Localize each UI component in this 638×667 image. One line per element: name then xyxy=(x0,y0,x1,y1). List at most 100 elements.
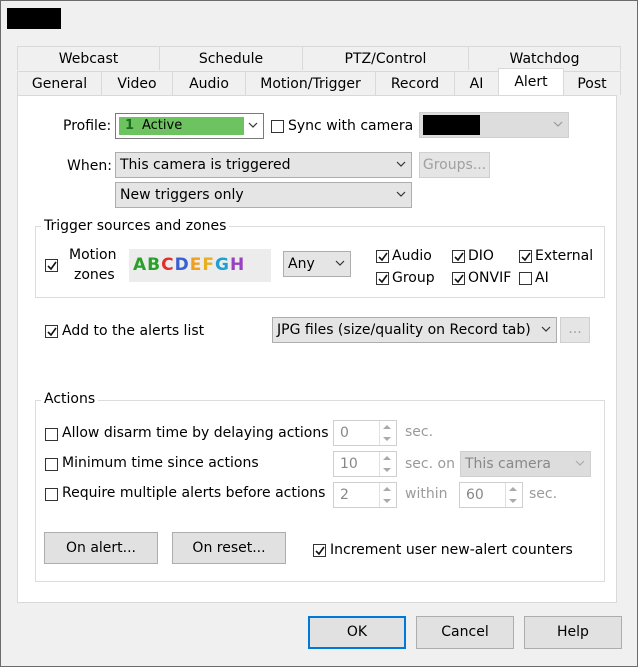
tab-row-lower: General Video Audio Motion/Trigger Recor… xyxy=(17,68,621,95)
sync-camera-select xyxy=(419,112,569,138)
ok-button[interactable]: OK xyxy=(308,616,406,649)
tab-video[interactable]: Video xyxy=(101,71,173,95)
tab-schedule[interactable]: Schedule xyxy=(159,46,303,70)
trigger-condition-select[interactable]: This camera is triggered xyxy=(115,152,412,178)
chevron-down-icon xyxy=(248,114,258,138)
source-onvif-label: ONVIF xyxy=(468,270,512,286)
motion-zones-label-1: Motion xyxy=(69,247,117,263)
min-time-value: 10 xyxy=(340,456,358,472)
alert-image-format-select[interactable]: JPG files (size/quality on Record tab) xyxy=(272,317,557,343)
profile-label: Profile: xyxy=(63,118,112,134)
disarm-label: Allow disarm time by delaying actions xyxy=(62,425,329,441)
tab-audio[interactable]: Audio xyxy=(172,71,246,95)
when-label: When: xyxy=(67,158,112,174)
source-external-label: External xyxy=(535,248,594,264)
chevron-down-icon xyxy=(541,318,551,342)
trigger-mode-value: New triggers only xyxy=(120,187,244,203)
multiple-alerts-window-spinner: 60 xyxy=(459,482,523,508)
min-time-spinner: 10 xyxy=(333,451,397,477)
tab-row-upper: Webcast Schedule PTZ/Control Watchdog xyxy=(17,46,621,70)
alert-format-options-button: ... xyxy=(560,317,590,343)
increment-counters-checkbox[interactable] xyxy=(313,544,326,557)
on-reset-button[interactable]: On reset... xyxy=(172,532,286,564)
tab-ptz-control[interactable]: PTZ/Control xyxy=(302,46,469,70)
tab-motion-trigger[interactable]: Motion/Trigger xyxy=(245,71,376,95)
cancel-button[interactable]: Cancel xyxy=(416,616,514,649)
multiple-alerts-unit: sec. xyxy=(529,486,558,502)
tab-post[interactable]: Post xyxy=(563,71,621,95)
chevron-down-icon xyxy=(335,252,345,276)
help-button[interactable]: Help xyxy=(524,616,622,649)
sync-label: Sync with camera xyxy=(288,118,414,134)
sync-checkbox[interactable] xyxy=(271,120,284,133)
trigger-sources-title: Trigger sources and zones xyxy=(41,218,230,234)
source-group-checkbox[interactable] xyxy=(376,272,389,285)
actions-title: Actions xyxy=(41,391,99,407)
tab-watchdog[interactable]: Watchdog xyxy=(468,46,621,70)
spinner-arrows xyxy=(379,452,396,476)
chevron-down-icon xyxy=(396,183,406,207)
multiple-alerts-count-spinner: 2 xyxy=(333,482,397,508)
zone-match-select[interactable]: Any xyxy=(283,251,351,277)
zone-letter: G xyxy=(215,255,230,275)
disarm-time-value: 0 xyxy=(340,425,349,441)
tab-general[interactable]: General xyxy=(17,71,102,95)
disarm-checkbox[interactable] xyxy=(45,428,58,441)
profile-value: Active xyxy=(142,118,183,133)
motion-zones-label-2: zones xyxy=(74,267,115,283)
multiple-alerts-checkbox[interactable] xyxy=(45,488,58,501)
motion-zones-checkbox[interactable] xyxy=(45,259,58,272)
zone-letter: D xyxy=(174,255,190,275)
groups-button: Groups... xyxy=(419,152,490,178)
profile-number: 1 xyxy=(125,118,135,133)
source-ai-checkbox[interactable] xyxy=(519,272,532,285)
chevron-down-icon xyxy=(396,153,406,177)
source-external-checkbox[interactable] xyxy=(519,250,532,263)
camera-name-redacted xyxy=(423,115,480,135)
spinner-arrows xyxy=(505,483,522,507)
source-dio-checkbox[interactable] xyxy=(452,250,465,263)
multiple-alerts-within: within xyxy=(405,486,448,502)
min-time-scope-select: This camera xyxy=(460,451,591,477)
chevron-down-icon xyxy=(553,113,563,137)
tab-ai[interactable]: AI xyxy=(454,71,499,95)
min-time-label: Minimum time since actions xyxy=(62,455,259,471)
tab-alert[interactable]: Alert xyxy=(498,68,564,95)
zone-letter: F xyxy=(202,255,215,275)
profile-select[interactable]: 1 Active xyxy=(115,113,264,139)
disarm-unit: sec. xyxy=(405,424,434,440)
window-title-redacted xyxy=(7,8,61,29)
min-time-checkbox[interactable] xyxy=(45,458,58,471)
spinner-arrows xyxy=(379,483,396,507)
source-ai-label: AI xyxy=(535,270,549,286)
zone-letter: H xyxy=(229,255,246,275)
alert-settings-dialog: Webcast Schedule PTZ/Control Watchdog Ge… xyxy=(0,0,638,667)
tab-webcast[interactable]: Webcast xyxy=(17,46,160,70)
disarm-time-spinner: 0 xyxy=(333,420,397,446)
zone-match-value: Any xyxy=(288,256,315,272)
multiple-alerts-label: Require multiple alerts before actions xyxy=(62,485,326,501)
zone-letter: A xyxy=(133,255,148,275)
chevron-down-icon xyxy=(575,452,585,476)
increment-counters-label: Increment user new-alert counters xyxy=(330,542,573,558)
trigger-condition-value: This camera is triggered xyxy=(120,157,291,173)
source-dio-label: DIO xyxy=(468,248,494,264)
on-alert-button[interactable]: On alert... xyxy=(44,532,158,564)
zone-letter: E xyxy=(189,255,203,275)
alert-image-format-value: JPG files (size/quality on Record tab) xyxy=(277,322,531,338)
trigger-mode-select[interactable]: New triggers only xyxy=(115,182,412,208)
zone-letter: B xyxy=(147,255,162,275)
min-time-unit: sec. on xyxy=(405,456,455,472)
zone-letter: C xyxy=(161,255,175,275)
multiple-alerts-count-value: 2 xyxy=(340,487,349,503)
source-onvif-checkbox[interactable] xyxy=(452,272,465,285)
spinner-arrows xyxy=(379,421,396,445)
min-time-scope-value: This camera xyxy=(465,456,551,472)
source-audio-checkbox[interactable] xyxy=(376,250,389,263)
zones-indicator[interactable]: ABCDEFGH xyxy=(129,249,271,282)
alerts-list-label: Add to the alerts list xyxy=(62,323,205,339)
source-audio-label: Audio xyxy=(392,248,432,264)
alerts-list-checkbox[interactable] xyxy=(45,325,58,338)
tab-record[interactable]: Record xyxy=(375,71,455,95)
multiple-alerts-window-value: 60 xyxy=(466,487,484,503)
